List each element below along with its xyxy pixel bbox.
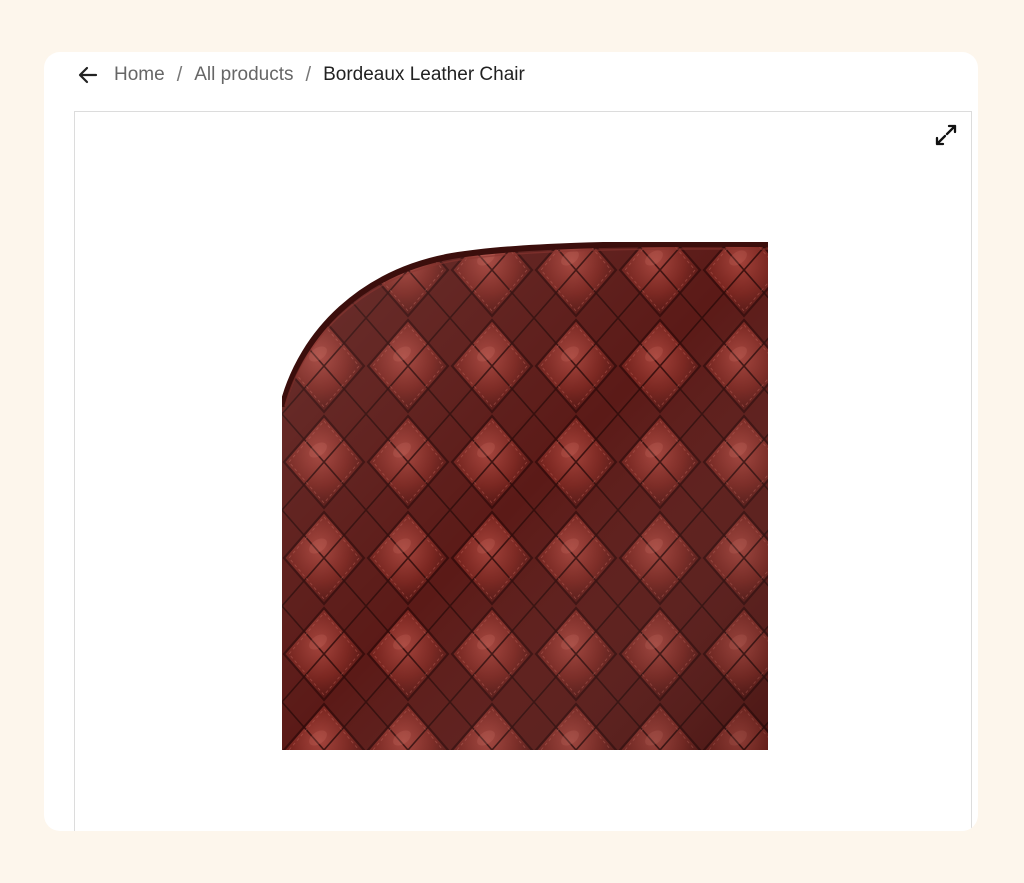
expand-icon xyxy=(935,124,957,146)
product-image[interactable] xyxy=(282,242,768,750)
back-button[interactable] xyxy=(78,65,98,85)
breadcrumb: Home / All products / Bordeaux Leather C… xyxy=(78,61,525,89)
breadcrumb-all-products-link[interactable]: All products xyxy=(194,64,293,86)
breadcrumb-separator: / xyxy=(176,63,183,86)
breadcrumb-current: Bordeaux Leather Chair xyxy=(323,64,525,85)
breadcrumb-separator: / xyxy=(305,63,312,86)
arrow-left-icon xyxy=(78,66,98,84)
fullscreen-button[interactable] xyxy=(933,122,959,148)
breadcrumb-home-link[interactable]: Home xyxy=(114,64,165,86)
product-card: Home / All products / Bordeaux Leather C… xyxy=(44,52,978,831)
product-gallery xyxy=(74,111,972,831)
